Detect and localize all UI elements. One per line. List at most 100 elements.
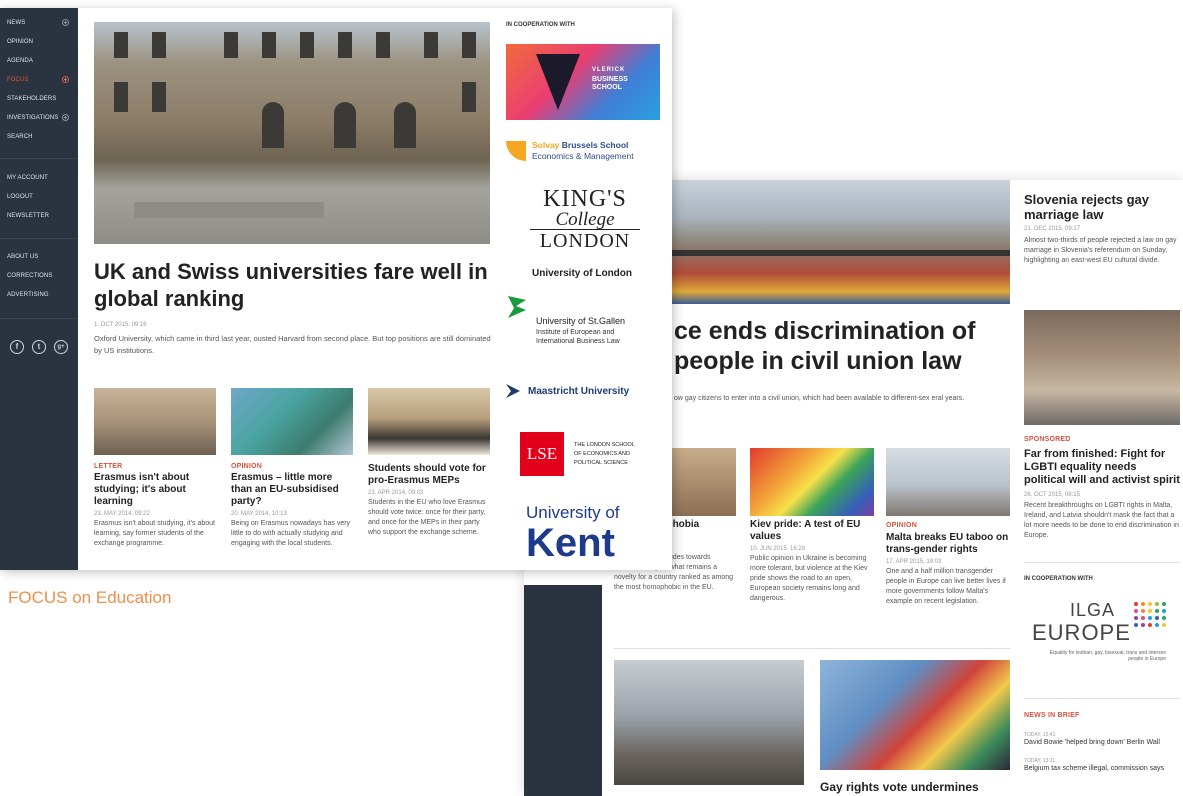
- sponsored-title[interactable]: Far from finished: Fight for LGBTI equal…: [1024, 448, 1180, 487]
- solvay-line-2: Economics & Management: [532, 151, 634, 161]
- back-divider: [614, 648, 1010, 649]
- maastricht-logo[interactable]: Maastricht University: [506, 384, 660, 404]
- kings-line-3: LONDON: [530, 229, 640, 252]
- back-card-3-meta: 17. APR 2015, 19:03: [886, 559, 942, 565]
- nav-search[interactable]: SEARCH: [7, 134, 33, 140]
- front-card-1-tag[interactable]: LETTER: [94, 463, 216, 470]
- nav-news[interactable]: NEWS: [7, 20, 25, 26]
- front-card-3[interactable]: Students should vote for pro-Erasmus MEP…: [368, 388, 490, 538]
- lse-box: LSE: [520, 432, 564, 476]
- nav-my-account[interactable]: MY ACCOUNT: [7, 175, 48, 181]
- nav-investigations[interactable]: INVESTIGATIONS: [7, 115, 58, 121]
- nav-investigations-expand-icon[interactable]: [62, 114, 69, 121]
- news-in-brief-heading: NEWS IN BRIEF: [1024, 712, 1080, 719]
- back-card-3-tag[interactable]: OPINION: [886, 522, 1010, 529]
- front-card-1-meta: 23. MAY 2014, 09:22: [94, 511, 150, 517]
- front-hero-title[interactable]: UK and Swiss universities fare well in g…: [94, 258, 490, 312]
- university-of-london-logo[interactable]: University of London: [532, 268, 632, 279]
- front-card-1[interactable]: LETTER Erasmus isn't about studying; it'…: [94, 388, 216, 549]
- front-card-2-tag[interactable]: OPINION: [231, 463, 353, 470]
- front-card-2-image[interactable]: [231, 388, 353, 455]
- lse-line-2: OF ECONOMICS AND: [574, 451, 630, 457]
- ilga-europe-logo[interactable]: ILGA EUROPE Equality for lesbian, gay, b…: [1032, 598, 1172, 678]
- nav-stakeholders[interactable]: STAKEHOLDERS: [7, 96, 56, 102]
- vlerick-business-school: BUSINESS SCHOOL: [592, 76, 628, 91]
- ilga-text: ILGA: [1070, 600, 1116, 620]
- side-article-title[interactable]: Slovenia rejects gay marriage law: [1024, 192, 1180, 222]
- solvay-logo[interactable]: Solvay Brussels School Economics & Manag…: [506, 140, 660, 166]
- nib-text[interactable]: David Bowie 'helped bring down' Berlin W…: [1024, 738, 1180, 747]
- university-of-kent-logo[interactable]: University of Kent: [526, 504, 656, 570]
- solvay-brussels: Brussels School: [559, 140, 629, 150]
- nib-text[interactable]: Belgium tax scheme illegal, commission s…: [1024, 764, 1180, 773]
- kings-line-1: KING'S: [543, 186, 627, 212]
- nav-about-us[interactable]: ABOUT US: [7, 254, 38, 260]
- back-row2-image-2[interactable]: [820, 660, 1010, 770]
- front-card-2[interactable]: OPINION Erasmus – little more than an EU…: [231, 388, 353, 549]
- nav-newsletter[interactable]: NEWSLETTER: [7, 213, 49, 219]
- front-hero-meta: 1. OCT 2015, 09:16: [94, 322, 147, 328]
- news-in-brief-item[interactable]: TODAY, 13:41 David Bowie 'helped bring d…: [1024, 732, 1180, 747]
- front-hero-excerpt: Oxford University, which came in third l…: [94, 334, 491, 355]
- front-hero-image[interactable]: [94, 22, 490, 244]
- front-card-3-excerpt: Students in the EU who love Erasmus shou…: [368, 499, 486, 536]
- side-article-image[interactable]: [1024, 310, 1180, 425]
- nav-logout[interactable]: LOGOUT: [7, 194, 33, 200]
- side-divider: [1024, 562, 1180, 563]
- nav-opinion[interactable]: OPINION: [7, 39, 33, 45]
- nav-separator: [0, 238, 78, 239]
- ilga-dots-icon: [1134, 602, 1170, 640]
- front-screenshot: NEWS OPINION AGENDA FOCUS STAKEHOLDERS I…: [0, 8, 672, 570]
- front-card-3-title[interactable]: Students should vote for pro-Erasmus MEP…: [368, 463, 490, 487]
- ilga-subtitle: Equality for lesbian, gay, bisexual, tra…: [1049, 650, 1166, 662]
- front-card-1-image[interactable]: [94, 388, 216, 455]
- back-card-2-excerpt: Public opinion in Ukraine is becoming mo…: [750, 555, 868, 602]
- kings-line-2: College: [555, 209, 615, 230]
- nav-focus[interactable]: FOCUS: [7, 77, 29, 83]
- google-plus-icon[interactable]: g+: [54, 340, 68, 354]
- news-in-brief-item[interactable]: TODAY, 13:11 Belgium tax scheme illegal,…: [1024, 758, 1180, 773]
- back-card-3-image[interactable]: [886, 448, 1010, 516]
- kings-college-logo[interactable]: KING'S College LONDON: [530, 186, 640, 258]
- back-hero-title[interactable]: ce ends discrimination of people in civi…: [674, 316, 1004, 376]
- front-card-3-image[interactable]: [368, 388, 490, 455]
- back-card-2[interactable]: Kiev pride: A test of EU values 10. JUN …: [750, 448, 874, 604]
- back-hero-image[interactable]: [670, 180, 1010, 304]
- side-divider-2: [1024, 698, 1180, 699]
- lse-text: THE LONDON SCHOOL OF ECONOMICS AND POLIT…: [574, 441, 664, 468]
- cooperation-heading: IN COOPERATION WITH: [506, 22, 575, 28]
- kent-line-2: Kent: [526, 521, 615, 565]
- nav-corrections[interactable]: CORRECTIONS: [7, 273, 52, 279]
- front-card-2-title[interactable]: Erasmus – little more than an EU-subsidi…: [231, 472, 353, 508]
- back-card-3[interactable]: OPINION Malta breaks EU taboo on trans-g…: [886, 448, 1010, 607]
- solvay-mark-icon: [506, 141, 526, 161]
- back-card-2-image[interactable]: [750, 448, 874, 516]
- nav-agenda[interactable]: AGENDA: [7, 58, 33, 64]
- lse-line-1: THE LONDON SCHOOL: [574, 442, 635, 448]
- vlerick-name: VLERICK: [592, 67, 626, 73]
- sponsored-meta: 26. OCT 2015, 08:15: [1024, 492, 1080, 498]
- nav-separator: [0, 318, 78, 319]
- vlerick-logo[interactable]: VLERICK BUSINESS SCHOOL: [506, 44, 660, 120]
- nav-advertising[interactable]: ADVERTISING: [7, 292, 49, 298]
- maastricht-mark-icon: [506, 384, 520, 398]
- back-row2-image-1[interactable]: [614, 660, 804, 785]
- st-gallen-name: University of St.Gallen: [536, 316, 626, 326]
- back-sidebar: [524, 585, 602, 796]
- side-cooperation-heading: IN COOPERATION WITH: [1024, 576, 1093, 582]
- st-gallen-mark-icon: [508, 296, 526, 318]
- nav-focus-expand-icon[interactable]: [62, 76, 69, 83]
- side-article-excerpt: Almost two-thirds of people rejected a l…: [1024, 237, 1177, 264]
- solvay-line-1: Solvay Brussels School: [532, 140, 628, 150]
- twitter-icon[interactable]: t: [32, 340, 46, 354]
- front-card-1-title[interactable]: Erasmus isn't about studying; it's about…: [94, 472, 216, 508]
- back-row2-title[interactable]: Gay rights vote undermines: [820, 780, 979, 794]
- nav-news-expand-icon[interactable]: [62, 19, 69, 26]
- st-gallen-logo[interactable]: University of St.Gallen Institute of Eur…: [506, 296, 660, 356]
- lse-logo[interactable]: LSE THE LONDON SCHOOL OF ECONOMICS AND P…: [520, 432, 660, 476]
- back-card-2-title[interactable]: Kiev pride: A test of EU values: [750, 519, 874, 543]
- kent-line-1: University of: [526, 503, 620, 522]
- facebook-icon[interactable]: f: [10, 340, 24, 354]
- back-card-3-excerpt: One and a half million transgender peopl…: [886, 568, 1006, 605]
- back-card-3-title[interactable]: Malta breaks EU taboo on trans-gender ri…: [886, 532, 1010, 556]
